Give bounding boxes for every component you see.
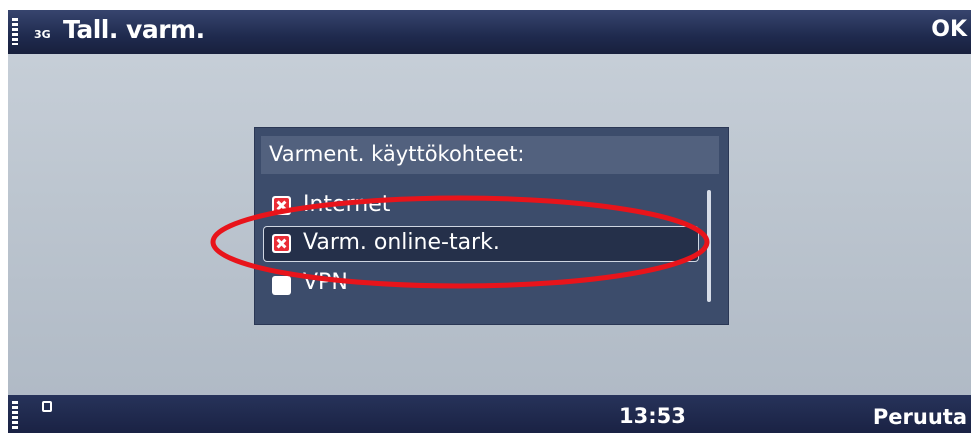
- dialog-title: Varment. käyttökohteet:: [269, 142, 525, 166]
- battery-icon: [12, 401, 18, 429]
- phone-screen: 3G Tall. varm. OK Varment. käyttökohteet…: [8, 10, 971, 433]
- dialog-scrollbar[interactable]: [707, 190, 711, 302]
- lock-icon: [42, 401, 52, 412]
- list-item-label: Internet: [303, 192, 391, 217]
- list-item-internet[interactable]: Internet: [263, 188, 695, 224]
- list-item-vpn[interactable]: VPN: [263, 268, 695, 304]
- top-status-bar: 3G Tall. varm. OK: [8, 10, 971, 54]
- list-item-label: VPN: [303, 270, 348, 295]
- dialog-header: Varment. käyttökohteet:: [261, 136, 719, 174]
- list-item-online-check[interactable]: Varm. online-tark.: [263, 226, 699, 262]
- checkbox-unchecked-icon[interactable]: [272, 276, 291, 295]
- usage-dialog: Varment. käyttökohteet: Internet Varm. o…: [254, 127, 729, 325]
- cancel-softkey[interactable]: Peruuta: [873, 405, 967, 429]
- bottom-softkey-bar: 13:53 Peruuta: [8, 395, 971, 433]
- clock-time: 13:53: [619, 404, 686, 428]
- ok-softkey[interactable]: OK: [931, 17, 967, 42]
- network-type-indicator: 3G: [34, 28, 51, 41]
- checkbox-checked-icon[interactable]: [272, 196, 291, 215]
- list-item-label: Varm. online-tark.: [303, 230, 500, 255]
- checkbox-checked-icon[interactable]: [272, 234, 291, 253]
- signal-strength-icon: [12, 18, 18, 45]
- page-title: Tall. varm.: [63, 15, 205, 44]
